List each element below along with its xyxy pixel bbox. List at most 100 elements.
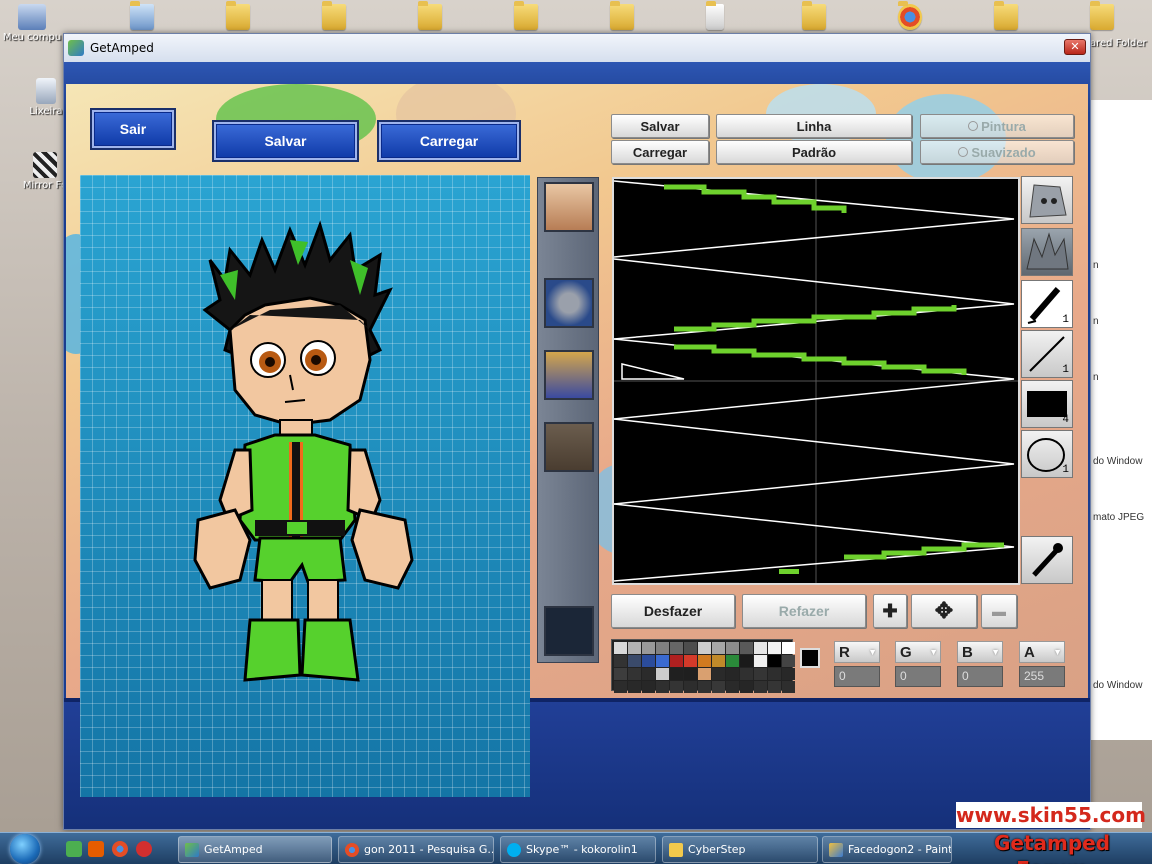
palette-swatch[interactable] (782, 668, 795, 680)
paint-option[interactable]: Pintura (920, 114, 1074, 138)
part-head-thumbnail[interactable] (544, 422, 594, 472)
taskbar-item-skype[interactable]: Skype™ - kokorolin1 (500, 836, 656, 863)
default-mode-button[interactable]: Padrão (716, 140, 912, 164)
editor-save-button[interactable]: Salvar (611, 114, 709, 138)
folder-icon[interactable] (130, 1, 154, 30)
palette-swatch[interactable] (726, 642, 739, 654)
zoom-in-button[interactable]: ✚ (873, 594, 907, 628)
palette-swatch[interactable] (754, 681, 767, 693)
palette-swatch[interactable] (740, 668, 753, 680)
chrome-icon[interactable] (112, 841, 128, 857)
part-face-thumbnail[interactable] (544, 182, 594, 232)
palette-swatch[interactable] (614, 642, 627, 654)
palette-swatch[interactable] (656, 655, 669, 667)
blue-value[interactable]: 0 (957, 666, 1003, 687)
folder-icon[interactable] (1090, 1, 1114, 30)
palette-swatch[interactable] (754, 655, 767, 667)
folder-icon[interactable] (610, 1, 634, 30)
palette-swatch[interactable] (656, 668, 669, 680)
palette-swatch[interactable] (628, 655, 641, 667)
utorrent-icon[interactable] (66, 841, 82, 857)
palette-swatch[interactable] (712, 642, 725, 654)
line-mode-button[interactable]: Linha (716, 114, 912, 138)
save-character-button[interactable]: Salvar (212, 120, 359, 162)
tool-ellipse[interactable]: 1 (1021, 430, 1073, 478)
palette-swatch[interactable] (656, 642, 669, 654)
palette-swatch[interactable] (726, 655, 739, 667)
close-button[interactable]: ✕ (1064, 39, 1086, 55)
red-channel[interactable]: R 0 (834, 641, 880, 689)
undo-button[interactable]: Desfazer (611, 594, 735, 628)
desktop-icon-computer[interactable]: Meu compu (2, 4, 62, 43)
palette-swatch[interactable] (670, 642, 683, 654)
start-button[interactable] (10, 834, 40, 864)
taskbar-item-getamped[interactable]: GetAmped (178, 836, 332, 863)
palette-swatch[interactable] (628, 668, 641, 680)
palette-swatch[interactable] (642, 668, 655, 680)
green-channel[interactable]: G 0 (895, 641, 941, 689)
palette-swatch[interactable] (614, 668, 627, 680)
exit-button[interactable]: Sair (90, 108, 176, 150)
palette-swatch[interactable] (740, 642, 753, 654)
palette-swatch[interactable] (698, 668, 711, 680)
tool-line[interactable]: 1 (1021, 330, 1073, 378)
palette-swatch[interactable] (768, 655, 781, 667)
palette-swatch[interactable] (656, 681, 669, 693)
palette-swatch[interactable] (684, 655, 697, 667)
flash-icon[interactable] (136, 841, 152, 857)
palette-swatch[interactable] (712, 655, 725, 667)
palette-swatch[interactable] (726, 681, 739, 693)
palette-swatch[interactable] (670, 681, 683, 693)
tool-rectangle[interactable]: 4 (1021, 380, 1073, 428)
palette-swatch[interactable] (684, 642, 697, 654)
palette-swatch[interactable] (642, 642, 655, 654)
palette-swatch[interactable] (642, 655, 655, 667)
palette-swatch[interactable] (754, 668, 767, 680)
title-bar[interactable]: GetAmped ✕ (64, 34, 1090, 62)
folder-icon[interactable] (418, 1, 442, 30)
palette-swatch[interactable] (698, 681, 711, 693)
folder-icon[interactable] (994, 1, 1018, 30)
palette-swatch[interactable] (712, 681, 725, 693)
palette-swatch[interactable] (698, 642, 711, 654)
folder-icon[interactable] (226, 1, 250, 30)
palette-swatch[interactable] (684, 681, 697, 693)
folder-icon[interactable] (514, 1, 538, 30)
palette-swatch[interactable] (712, 668, 725, 680)
palette-swatch[interactable] (782, 655, 795, 667)
palette-swatch[interactable] (642, 681, 655, 693)
game-launcher-icon[interactable] (88, 841, 104, 857)
blue-channel[interactable]: B 0 (957, 641, 1003, 689)
zoom-out-button[interactable]: ▬ (981, 594, 1017, 628)
palette-swatch[interactable] (614, 655, 627, 667)
shortcut-icon[interactable] (706, 1, 724, 30)
part-empty-slot[interactable] (544, 606, 594, 656)
tool-pen[interactable]: 1 (1021, 280, 1073, 328)
alpha-channel[interactable]: A 255 (1019, 641, 1065, 689)
palette-swatch[interactable] (684, 668, 697, 680)
load-character-button[interactable]: Carregar (377, 120, 521, 162)
texture-editor-canvas[interactable] (612, 177, 1020, 585)
palette-swatch[interactable] (698, 655, 711, 667)
tool-spiky-hair[interactable] (1021, 228, 1073, 276)
red-value[interactable]: 0 (834, 666, 880, 687)
smooth-option[interactable]: Suavizado (920, 140, 1074, 164)
folder-icon[interactable] (322, 1, 346, 30)
palette-swatch[interactable] (768, 681, 781, 693)
green-value[interactable]: 0 (895, 666, 941, 687)
palette-swatch[interactable] (628, 681, 641, 693)
palette-swatch[interactable] (670, 655, 683, 667)
taskbar-item-browser[interactable]: gon 2011 - Pesquisa G... (338, 836, 494, 863)
palette-swatch[interactable] (740, 681, 753, 693)
palette-swatch[interactable] (754, 642, 767, 654)
redo-button[interactable]: Refazer (742, 594, 866, 628)
editor-load-button[interactable]: Carregar (611, 140, 709, 164)
palette-swatch[interactable] (768, 668, 781, 680)
palette-swatch[interactable] (782, 642, 795, 654)
alpha-value[interactable]: 255 (1019, 666, 1065, 687)
part-hair-thumbnail[interactable] (544, 278, 594, 328)
part-body-thumbnail[interactable] (544, 350, 594, 400)
palette-swatch[interactable] (782, 681, 795, 693)
taskbar-item-paint[interactable]: Facedogon2 - Paint (822, 836, 952, 863)
palette-swatch[interactable] (768, 642, 781, 654)
